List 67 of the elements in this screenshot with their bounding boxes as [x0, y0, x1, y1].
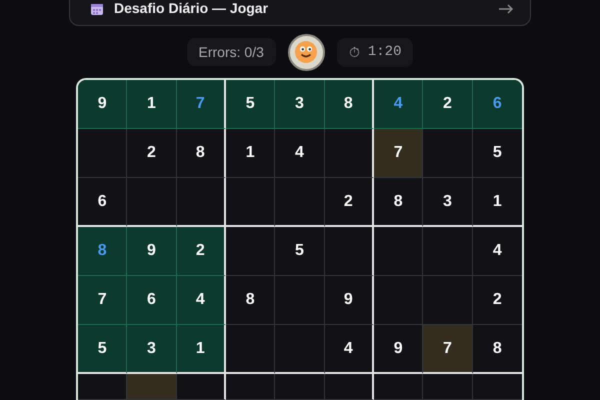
board-cell[interactable]: 9 — [78, 80, 128, 129]
board-cell[interactable] — [78, 129, 128, 178]
board-cell[interactable]: 9 — [324, 276, 374, 325]
board-cell[interactable]: 6 — [472, 80, 522, 129]
board-cell[interactable]: 2 — [127, 129, 177, 178]
board-cell[interactable] — [226, 325, 276, 374]
board-cell[interactable] — [423, 227, 473, 276]
board-cell[interactable]: 4 — [374, 80, 424, 129]
board-cell[interactable] — [275, 374, 325, 400]
board-cell[interactable]: 9 — [127, 227, 177, 276]
board-cell[interactable]: 3 — [423, 178, 473, 227]
board-cell[interactable]: 4 — [275, 129, 325, 178]
board-cell[interactable]: 7 — [176, 80, 226, 129]
board-cell[interactable]: 5 — [472, 129, 522, 178]
board-cell[interactable]: 8 — [374, 178, 424, 227]
board-cell[interactable]: 1 — [176, 325, 226, 374]
board-cell[interactable]: 8 — [324, 80, 374, 129]
board-cell[interactable] — [127, 374, 177, 400]
timer-text: 1:20 — [368, 44, 402, 60]
challenge-banner[interactable]: Desafio Diário — Jogar — [69, 0, 531, 26]
board-cell[interactable]: 2 — [472, 276, 522, 325]
board-cell[interactable]: 5 — [226, 80, 276, 129]
board-cell[interactable]: 9 — [374, 325, 424, 374]
board-cell[interactable]: 4 — [324, 325, 374, 374]
timer-icon: ⏱ — [348, 44, 360, 60]
board-cell[interactable]: 6 — [78, 178, 128, 227]
board-cell[interactable] — [226, 178, 276, 227]
board-cell[interactable]: 2 — [324, 178, 374, 227]
board-cell[interactable]: 2 — [176, 227, 226, 276]
board-cell[interactable]: 2 — [423, 80, 473, 129]
board-cell[interactable]: 8 — [78, 227, 128, 276]
board-cell[interactable]: 4 — [176, 276, 226, 325]
banner-title: Desafio Diário — Jogar — [114, 0, 270, 16]
board-cell[interactable]: 5 — [275, 227, 325, 276]
calendar-icon — [90, 2, 104, 16]
board-cell[interactable]: 8 — [226, 276, 276, 325]
board-cell[interactable]: 3 — [275, 80, 325, 129]
board-cell[interactable]: 6 — [127, 276, 177, 325]
board-cell[interactable] — [472, 374, 522, 400]
board-cell[interactable]: 3 — [127, 325, 177, 374]
arrow-icon — [498, 4, 514, 14]
board-cell[interactable] — [275, 325, 325, 374]
board-cell[interactable]: 8 — [472, 325, 522, 374]
board-cell[interactable]: 1 — [472, 178, 522, 227]
board-cell[interactable] — [127, 178, 177, 227]
board-cell[interactable] — [226, 227, 276, 276]
smiley-button[interactable] — [288, 34, 325, 70]
board-cell[interactable] — [374, 374, 424, 400]
board-cell[interactable] — [226, 374, 276, 400]
board-cell[interactable]: 1 — [127, 80, 177, 129]
board-cell[interactable] — [78, 374, 128, 400]
board-cell[interactable] — [423, 276, 473, 325]
board-cell[interactable]: 1 — [226, 129, 276, 178]
board-cell[interactable]: 7 — [423, 325, 473, 374]
board-cell[interactable]: 8 — [176, 129, 226, 178]
board-cell[interactable] — [275, 178, 325, 227]
board-cell[interactable]: 7 — [374, 129, 424, 178]
board-cell[interactable] — [374, 276, 424, 325]
smiley-icon — [294, 40, 318, 64]
board-cell[interactable] — [275, 276, 325, 325]
board-cell[interactable] — [423, 129, 473, 178]
board-cell[interactable]: 7 — [78, 276, 128, 325]
errors-counter: Errors: 0/3 — [186, 38, 276, 66]
board-cell[interactable] — [423, 374, 473, 400]
board-cell[interactable]: 5 — [78, 325, 128, 374]
board-cell[interactable] — [374, 227, 424, 276]
board-cell[interactable]: 4 — [472, 227, 522, 276]
